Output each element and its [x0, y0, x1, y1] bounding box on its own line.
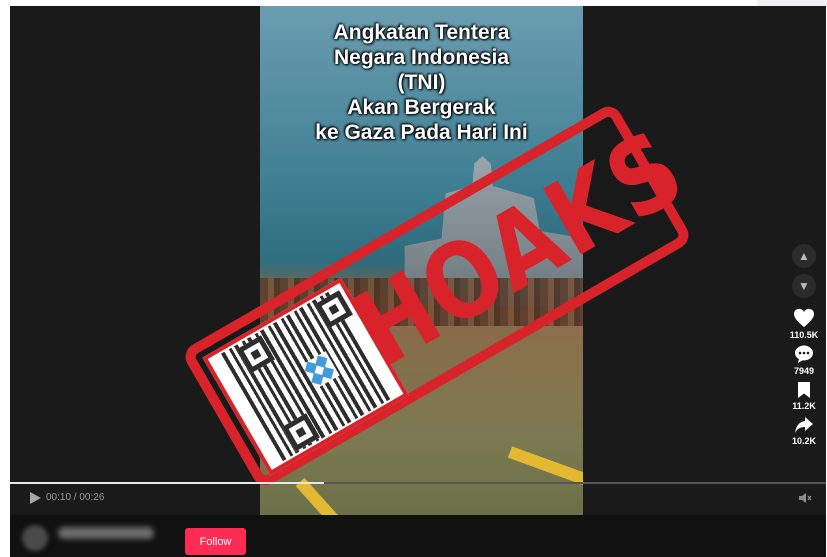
share-icon: [795, 417, 813, 433]
headline-line: (TNI): [397, 71, 446, 94]
bookmark-icon: [798, 382, 810, 398]
time-readout: 00:10 / 00:26: [46, 492, 105, 503]
share-button[interactable]: 10.2K: [780, 416, 826, 446]
creator-bar: Follow: [10, 515, 826, 557]
video-headline: Angkatan Tentera Negara Indonesia (TNI) …: [260, 20, 583, 145]
chevron-up-icon[interactable]: ▲: [792, 244, 816, 268]
mute-icon[interactable]: [798, 492, 812, 504]
headline-line: ke Gaza Pada Hari Ini: [315, 121, 528, 144]
progress-fill: [10, 482, 325, 484]
video-player[interactable]: Angkatan Tentera Negara Indonesia (TNI) …: [10, 6, 826, 515]
save-button[interactable]: 11.2K: [780, 381, 826, 411]
action-rail: ▲ ▼ 110.5K 7949 11.2K 10.2K: [780, 244, 826, 451]
chevron-down-icon[interactable]: ▼: [792, 274, 816, 298]
comment-button[interactable]: 7949: [780, 345, 826, 376]
qr-finder: [236, 335, 276, 374]
like-button[interactable]: 110.5K: [780, 308, 826, 340]
follow-button[interactable]: Follow: [185, 528, 246, 555]
comment-icon: [795, 345, 813, 363]
headline-line: Angkatan Tentera: [333, 21, 510, 44]
like-count: 110.5K: [789, 330, 819, 340]
logo-icon: [301, 351, 340, 390]
heart-icon: [794, 308, 814, 328]
avatar[interactable]: [22, 525, 48, 551]
headline-line: Akan Bergerak: [347, 96, 496, 119]
share-count: 10.2K: [791, 436, 817, 446]
progress-bar[interactable]: [10, 482, 826, 484]
comment-count: 7949: [793, 366, 815, 376]
username-blurred: [58, 527, 154, 539]
play-icon[interactable]: [28, 491, 42, 505]
headline-line: Negara Indonesia: [333, 46, 510, 69]
save-count: 11.2K: [792, 401, 816, 411]
qr-finder: [281, 413, 321, 452]
